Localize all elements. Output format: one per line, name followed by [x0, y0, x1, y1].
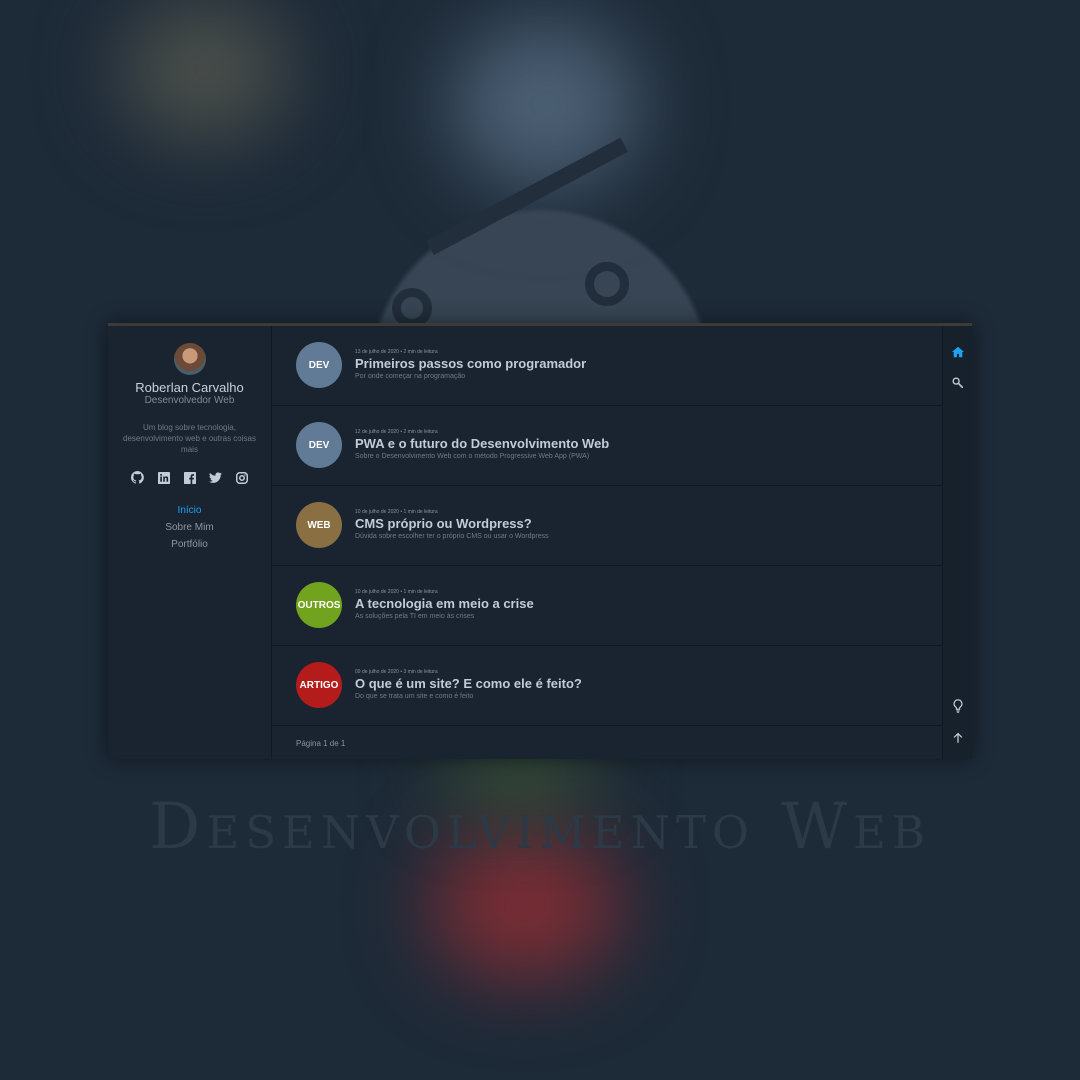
post-list: DEV 13 de julho de 2020 • 2 min de leitu… — [271, 326, 942, 759]
post-tag: DEV — [296, 422, 342, 468]
post-item[interactable]: WEB 10 de julho de 2020 • 1 min de leitu… — [271, 486, 942, 566]
sidebar: Roberlan Carvalho Desenvolvedor Web Um b… — [108, 326, 272, 759]
post-meta: 10 de julho de 2020 • 1 min de leitura — [355, 589, 438, 595]
instagram-icon[interactable] — [235, 471, 248, 484]
post-title[interactable]: CMS próprio ou Wordpress? — [355, 516, 549, 531]
social-links — [108, 471, 271, 484]
post-description: As soluções pela TI em meio às crises — [355, 613, 475, 620]
post-tag: WEB — [296, 502, 342, 548]
post-item[interactable]: DEV 12 de julho de 2020 • 2 min de leitu… — [271, 406, 942, 486]
facebook-icon[interactable] — [183, 471, 196, 484]
avatar[interactable] — [173, 343, 206, 375]
home-icon[interactable] — [951, 345, 964, 358]
post-description: Do que se trata um site e como é feito — [355, 693, 474, 700]
post-title[interactable]: PWA e o futuro do Desenvolvimento Web — [355, 436, 609, 451]
post-item[interactable]: ARTIGO 09 de julho de 2020 • 3 min de le… — [271, 646, 942, 726]
post-title[interactable]: O que é um site? E como ele é feito? — [355, 676, 582, 691]
post-description: Por onde começar na programação — [355, 373, 466, 380]
pagination-text: Página 1 de 1 — [296, 739, 346, 748]
post-tag: ARTIGO — [296, 662, 342, 708]
author-name[interactable]: Roberlan Carvalho — [108, 380, 271, 395]
post-tag: OUTROS — [296, 582, 342, 628]
post-description: Dúvida sobre escolher ter o próprio CMS … — [355, 533, 549, 540]
post-tag: DEV — [296, 342, 342, 388]
background-blob — [450, 20, 640, 190]
post-item[interactable]: DEV 13 de julho de 2020 • 2 min de leitu… — [271, 326, 942, 406]
background-blob — [120, 0, 290, 140]
post-meta: 13 de julho de 2020 • 2 min de leitura — [355, 349, 438, 355]
linkedin-icon[interactable] — [157, 471, 170, 484]
post-title[interactable]: A tecnologia em meio a crise — [355, 596, 534, 611]
post-title[interactable]: Primeiros passos como programador — [355, 356, 586, 371]
background-logo-node — [585, 262, 629, 306]
menu-bar — [942, 326, 972, 759]
nav-link-inicio[interactable]: Início — [108, 505, 271, 516]
post-item[interactable]: OUTROS 10 de julho de 2020 • 1 min de le… — [271, 566, 942, 646]
post-meta: 10 de julho de 2020 • 1 min de leitura — [355, 509, 438, 515]
author-position: Desenvolvedor Web — [144, 395, 235, 406]
arrow-up-icon[interactable] — [951, 731, 964, 744]
post-description: Sobre o Desenvolvimento Web com o método… — [355, 453, 590, 460]
post-meta: 12 de julho de 2020 • 2 min de leitura — [355, 429, 438, 435]
twitter-icon[interactable] — [209, 471, 222, 484]
github-icon[interactable] — [131, 471, 144, 484]
blog-window: Roberlan Carvalho Desenvolvedor Web Um b… — [108, 323, 972, 759]
nav-link-sobre-mim[interactable]: Sobre Mim — [108, 522, 271, 533]
author-description: Um blog sobre tecnologia, desenvolviment… — [123, 423, 256, 454]
background-logo-node — [392, 288, 432, 328]
background-caption: Desenvolvimento Web — [149, 790, 931, 864]
post-meta: 09 de julho de 2020 • 3 min de leitura — [355, 669, 438, 675]
sidebar-nav: Início Sobre Mim Portfólio — [108, 505, 271, 550]
nav-link-portfolio[interactable]: Portfólio — [108, 539, 271, 550]
search-icon[interactable] — [951, 376, 964, 389]
lightbulb-icon[interactable] — [951, 698, 964, 713]
